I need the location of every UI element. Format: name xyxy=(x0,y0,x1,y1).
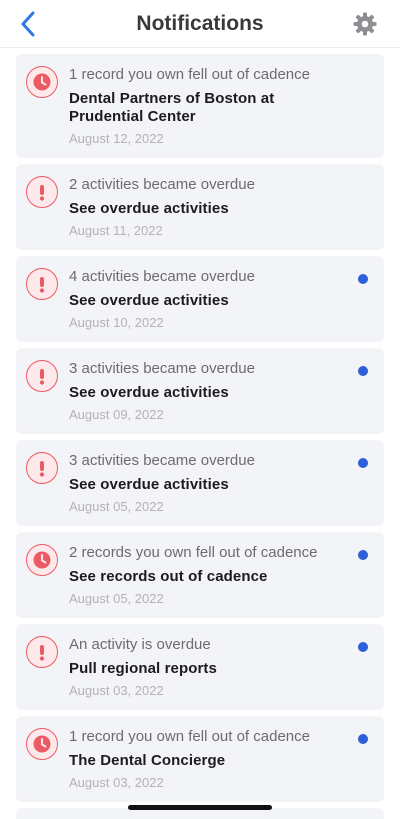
gear-icon xyxy=(353,12,377,36)
notification-subject: 3 activities became overdue xyxy=(69,452,255,469)
notification-date: August 03, 2022 xyxy=(69,683,164,698)
unread-indicator xyxy=(358,642,368,652)
notification-date: August 09, 2022 xyxy=(69,407,164,422)
back-button[interactable] xyxy=(14,9,42,39)
notification-subject: 2 activities became overdue xyxy=(69,176,255,193)
notification-card[interactable]: 1 record you own fell out of cadence The … xyxy=(16,716,384,802)
unread-indicator xyxy=(358,734,368,744)
notification-target: Pull regional reports xyxy=(69,660,217,677)
notification-subject: 1 record you own fell out of cadence xyxy=(69,728,310,745)
notification-target: See overdue activities xyxy=(69,292,229,309)
unread-indicator xyxy=(358,274,368,284)
notification-target: See overdue activities xyxy=(69,476,229,493)
notification-card[interactable]: 2 records you own fell out of cadence See… xyxy=(16,532,384,618)
exclamation-icon xyxy=(26,176,58,208)
notification-target: The Dental Concierge xyxy=(69,752,226,769)
notification-card[interactable]: 4 activities became overdue See overdue a… xyxy=(16,256,384,342)
notification-card[interactable]: 2 activities became overdue See overdue a… xyxy=(16,164,384,250)
notification-card[interactable]: 1 record you own fell out of cadence Dent… xyxy=(16,54,384,158)
settings-button[interactable] xyxy=(352,11,378,37)
clock-icon xyxy=(26,728,58,760)
exclamation-icon xyxy=(26,636,58,668)
notification-subject: 4 activities became overdue xyxy=(69,268,255,285)
page-title: Notifications xyxy=(136,12,264,35)
notification-date: August 10, 2022 xyxy=(69,315,164,330)
notification-list: 1 record you own fell out of cadence Dent… xyxy=(16,54,384,819)
exclamation-icon xyxy=(26,360,58,392)
clock-icon xyxy=(26,66,58,98)
notification-card[interactable]: An activity is overdue Pull regional repo… xyxy=(16,624,384,710)
notification-card[interactable]: 3 activities became overdue See overdue a… xyxy=(16,440,384,526)
notification-card[interactable]: 3 activities became overdue See overdue a… xyxy=(16,348,384,434)
notification-date: August 05, 2022 xyxy=(69,591,164,606)
clock-icon xyxy=(26,544,58,576)
notification-date: August 05, 2022 xyxy=(69,499,164,514)
home-indicator xyxy=(128,805,272,810)
notifications-screen: Notifications 1 record you own fell out … xyxy=(0,0,400,819)
notification-subject: An activity is overdue xyxy=(69,636,211,653)
notification-date: August 12, 2022 xyxy=(69,131,164,146)
unread-indicator xyxy=(358,550,368,560)
nav-header: Notifications xyxy=(0,0,400,48)
exclamation-icon xyxy=(26,452,58,484)
notification-subject: 1 record you own fell out of cadence xyxy=(69,66,310,83)
notification-target: See records out of cadence xyxy=(69,568,268,585)
unread-indicator xyxy=(358,458,368,468)
chevron-left-icon xyxy=(21,11,35,37)
notification-subject: 3 activities became overdue xyxy=(69,360,255,377)
notification-target: See overdue activities xyxy=(69,200,229,217)
notification-subject: 2 records you own fell out of cadence xyxy=(69,544,318,561)
notification-date: August 03, 2022 xyxy=(69,775,164,790)
unread-indicator xyxy=(358,366,368,376)
notification-date: August 11, 2022 xyxy=(69,223,163,238)
notification-target: Dental Partners of Boston at Prudential … xyxy=(69,90,275,125)
notification-target: See overdue activities xyxy=(69,384,229,401)
exclamation-icon xyxy=(26,268,58,300)
